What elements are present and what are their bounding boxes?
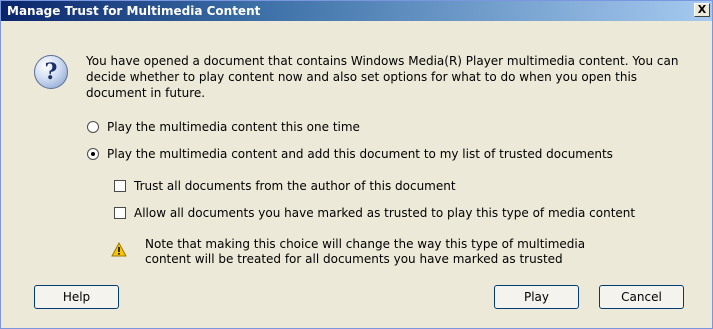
checkbox-trust-author-box[interactable]	[114, 180, 126, 192]
radio-play-and-trust[interactable]: Play the multimedia content and add this…	[87, 147, 613, 161]
checkbox-allow-all-box[interactable]	[114, 207, 126, 219]
question-icon: ?	[34, 55, 68, 89]
close-button[interactable]: X	[694, 3, 710, 17]
radio-play-once-button[interactable]	[87, 121, 99, 133]
radio-play-once[interactable]: Play the multimedia content this one tim…	[87, 120, 360, 134]
radio-play-and-trust-button[interactable]	[87, 148, 99, 160]
cancel-button[interactable]: Cancel	[599, 285, 684, 309]
intro-message: You have opened a document that contains…	[86, 54, 679, 100]
checkbox-allow-all[interactable]: Allow all documents you have marked as t…	[114, 206, 635, 220]
warning-icon	[111, 242, 127, 257]
manage-trust-dialog: Manage Trust for Multimedia Content X ? …	[0, 0, 713, 329]
title-bar[interactable]: Manage Trust for Multimedia Content X	[1, 1, 712, 21]
warning-note: Note that making this choice will change…	[145, 237, 586, 266]
radio-play-and-trust-label: Play the multimedia content and add this…	[107, 147, 613, 161]
play-button[interactable]: Play	[494, 285, 579, 309]
checkbox-trust-author[interactable]: Trust all documents from the author of t…	[114, 179, 456, 193]
window-title: Manage Trust for Multimedia Content	[7, 4, 261, 18]
checkbox-allow-all-label: Allow all documents you have marked as t…	[134, 206, 636, 220]
checkbox-trust-author-label: Trust all documents from the author of t…	[134, 179, 456, 193]
radio-play-once-label: Play the multimedia content this one tim…	[107, 120, 360, 134]
help-button[interactable]: Help	[34, 285, 119, 309]
